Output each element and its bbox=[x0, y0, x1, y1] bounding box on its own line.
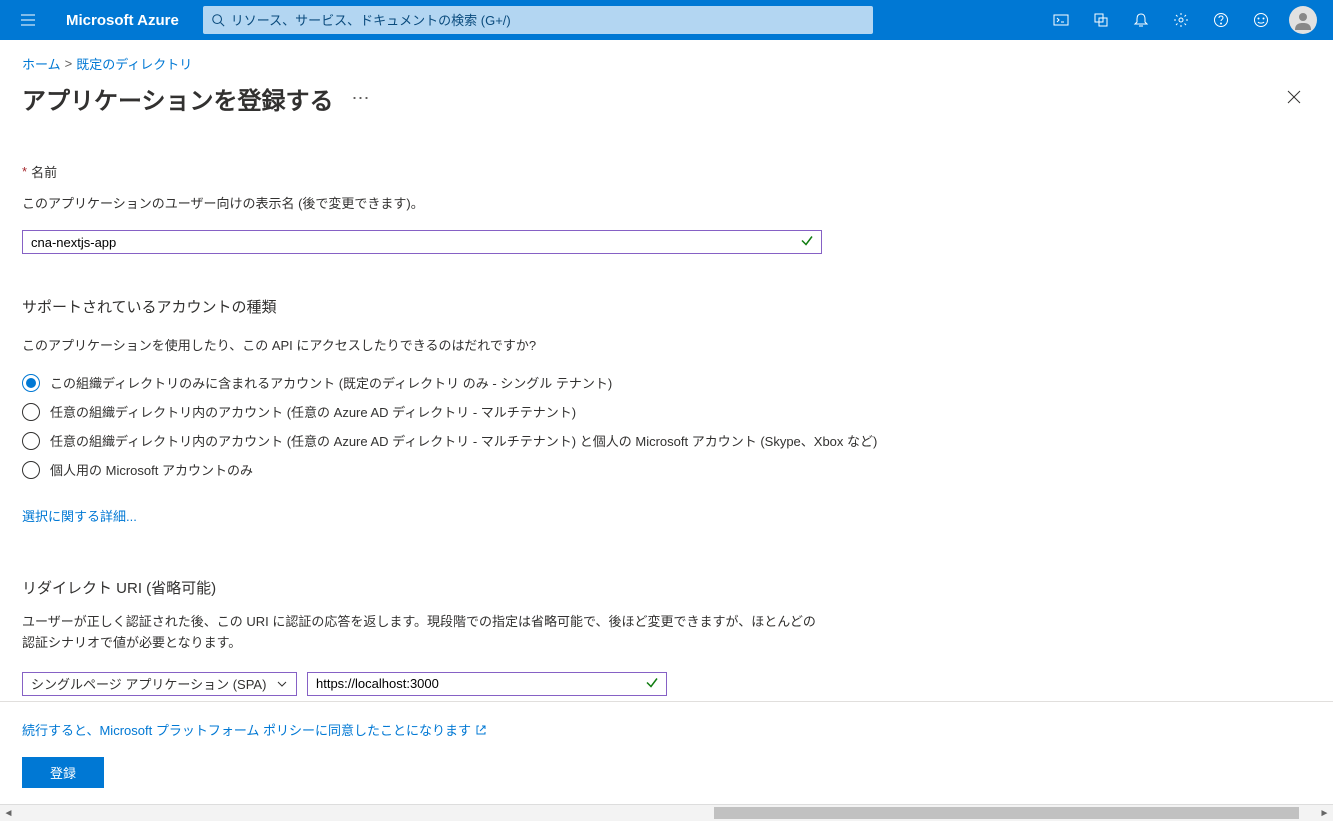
close-icon[interactable] bbox=[1277, 83, 1311, 114]
radio-multi-tenant-personal[interactable]: 任意の組織ディレクトリ内のアカウント (任意の Azure AD ディレクトリ … bbox=[22, 426, 1311, 455]
horizontal-scrollbar[interactable]: ◄ ► bbox=[0, 804, 1333, 821]
title-row: アプリケーションを登録する ⋯ bbox=[22, 81, 1311, 116]
account-types-radio-group: この組織ディレクトリのみに含まれるアカウント (既定のディレクトリ のみ - シ… bbox=[22, 368, 1311, 484]
account-types-question: このアプリケーションを使用したり、この API にアクセスしたりできるのはだれで… bbox=[22, 335, 1311, 354]
redirect-uri-input[interactable] bbox=[307, 672, 667, 696]
name-label-text: 名前 bbox=[31, 162, 57, 181]
platform-dropdown[interactable]: シングルページ アプリケーション (SPA) bbox=[22, 672, 297, 696]
name-label: * 名前 bbox=[22, 162, 842, 181]
top-bar: Microsoft Azure bbox=[0, 0, 1333, 40]
selection-help-link[interactable]: 選択に関する詳細... bbox=[22, 509, 137, 524]
radio-single-tenant[interactable]: この組織ディレクトリのみに含まれるアカウント (既定のディレクトリ のみ - シ… bbox=[22, 368, 1311, 397]
brand-label[interactable]: Microsoft Azure bbox=[48, 12, 197, 29]
radio-circle-icon bbox=[22, 374, 40, 392]
platform-value: シングルページ アプリケーション (SPA) bbox=[31, 674, 266, 693]
scroll-thumb[interactable] bbox=[714, 807, 1299, 819]
name-input-row bbox=[22, 230, 822, 254]
name-desc: このアプリケーションのユーザー向けの表示名 (後で変更できます)。 bbox=[22, 193, 842, 212]
page-body: ホーム > 既定のディレクトリ アプリケーションを登録する ⋯ * 名前 このア… bbox=[0, 40, 1333, 711]
radio-label: 任意の組織ディレクトリ内のアカウント (任意の Azure AD ディレクトリ … bbox=[50, 431, 877, 450]
avatar[interactable] bbox=[1289, 6, 1317, 34]
register-button[interactable]: 登録 bbox=[22, 757, 104, 788]
redirect-desc: ユーザーが正しく認証された後、この URI に認証の応答を返します。現段階での指… bbox=[22, 612, 822, 654]
radio-circle-icon bbox=[22, 461, 40, 479]
scroll-right-icon[interactable]: ► bbox=[1316, 805, 1333, 821]
breadcrumb-sep: > bbox=[65, 56, 73, 71]
check-icon bbox=[800, 234, 814, 251]
top-icons bbox=[1041, 0, 1325, 40]
search-icon bbox=[211, 13, 225, 27]
directories-icon[interactable] bbox=[1081, 0, 1121, 40]
radio-label: 任意の組織ディレクトリ内のアカウント (任意の Azure AD ディレクトリ … bbox=[50, 402, 576, 421]
breadcrumb-home[interactable]: ホーム bbox=[22, 54, 61, 73]
search-box[interactable] bbox=[203, 6, 873, 34]
radio-personal-only[interactable]: 個人用の Microsoft アカウントのみ bbox=[22, 455, 1311, 484]
name-input[interactable] bbox=[22, 230, 822, 254]
radio-circle-icon bbox=[22, 403, 40, 421]
cloud-shell-icon[interactable] bbox=[1041, 0, 1081, 40]
scroll-left-icon[interactable]: ◄ bbox=[0, 805, 17, 821]
check-icon bbox=[645, 675, 659, 692]
radio-multi-tenant[interactable]: 任意の組織ディレクトリ内のアカウント (任意の Azure AD ディレクトリ … bbox=[22, 397, 1311, 426]
chevron-down-icon bbox=[276, 678, 288, 690]
help-link-row: 選択に関する詳細... bbox=[22, 506, 1311, 525]
policy-link[interactable]: 続行すると、Microsoft プラットフォーム ポリシーに同意したことになりま… bbox=[22, 720, 487, 739]
uri-input-wrap bbox=[307, 672, 667, 696]
radio-circle-icon bbox=[22, 432, 40, 450]
radio-label: 個人用の Microsoft アカウントのみ bbox=[50, 460, 253, 479]
page-title: アプリケーションを登録する bbox=[22, 81, 334, 116]
breadcrumb: ホーム > 既定のディレクトリ bbox=[22, 54, 1311, 73]
help-icon[interactable] bbox=[1201, 0, 1241, 40]
required-mark: * bbox=[22, 164, 27, 179]
feedback-icon[interactable] bbox=[1241, 0, 1281, 40]
account-types-heading: サポートされているアカウントの種類 bbox=[22, 296, 1311, 317]
redirect-heading: リダイレクト URI (省略可能) bbox=[22, 577, 1311, 598]
hamburger-menu-icon[interactable] bbox=[8, 0, 48, 40]
notifications-icon[interactable] bbox=[1121, 0, 1161, 40]
settings-icon[interactable] bbox=[1161, 0, 1201, 40]
policy-text: 続行すると、Microsoft プラットフォーム ポリシーに同意したことになりま… bbox=[22, 720, 471, 739]
more-icon[interactable]: ⋯ bbox=[352, 88, 370, 109]
external-link-icon bbox=[475, 724, 487, 736]
name-section: * 名前 このアプリケーションのユーザー向けの表示名 (後で変更できます)。 bbox=[22, 162, 842, 254]
search-input[interactable] bbox=[225, 13, 865, 28]
breadcrumb-directory[interactable]: 既定のディレクトリ bbox=[76, 54, 192, 73]
radio-label: この組織ディレクトリのみに含まれるアカウント (既定のディレクトリ のみ - シ… bbox=[50, 373, 612, 392]
redirect-row: シングルページ アプリケーション (SPA) bbox=[22, 672, 1311, 696]
footer: 続行すると、Microsoft プラットフォーム ポリシーに同意したことになりま… bbox=[0, 701, 1333, 804]
scroll-track[interactable] bbox=[17, 805, 1316, 821]
